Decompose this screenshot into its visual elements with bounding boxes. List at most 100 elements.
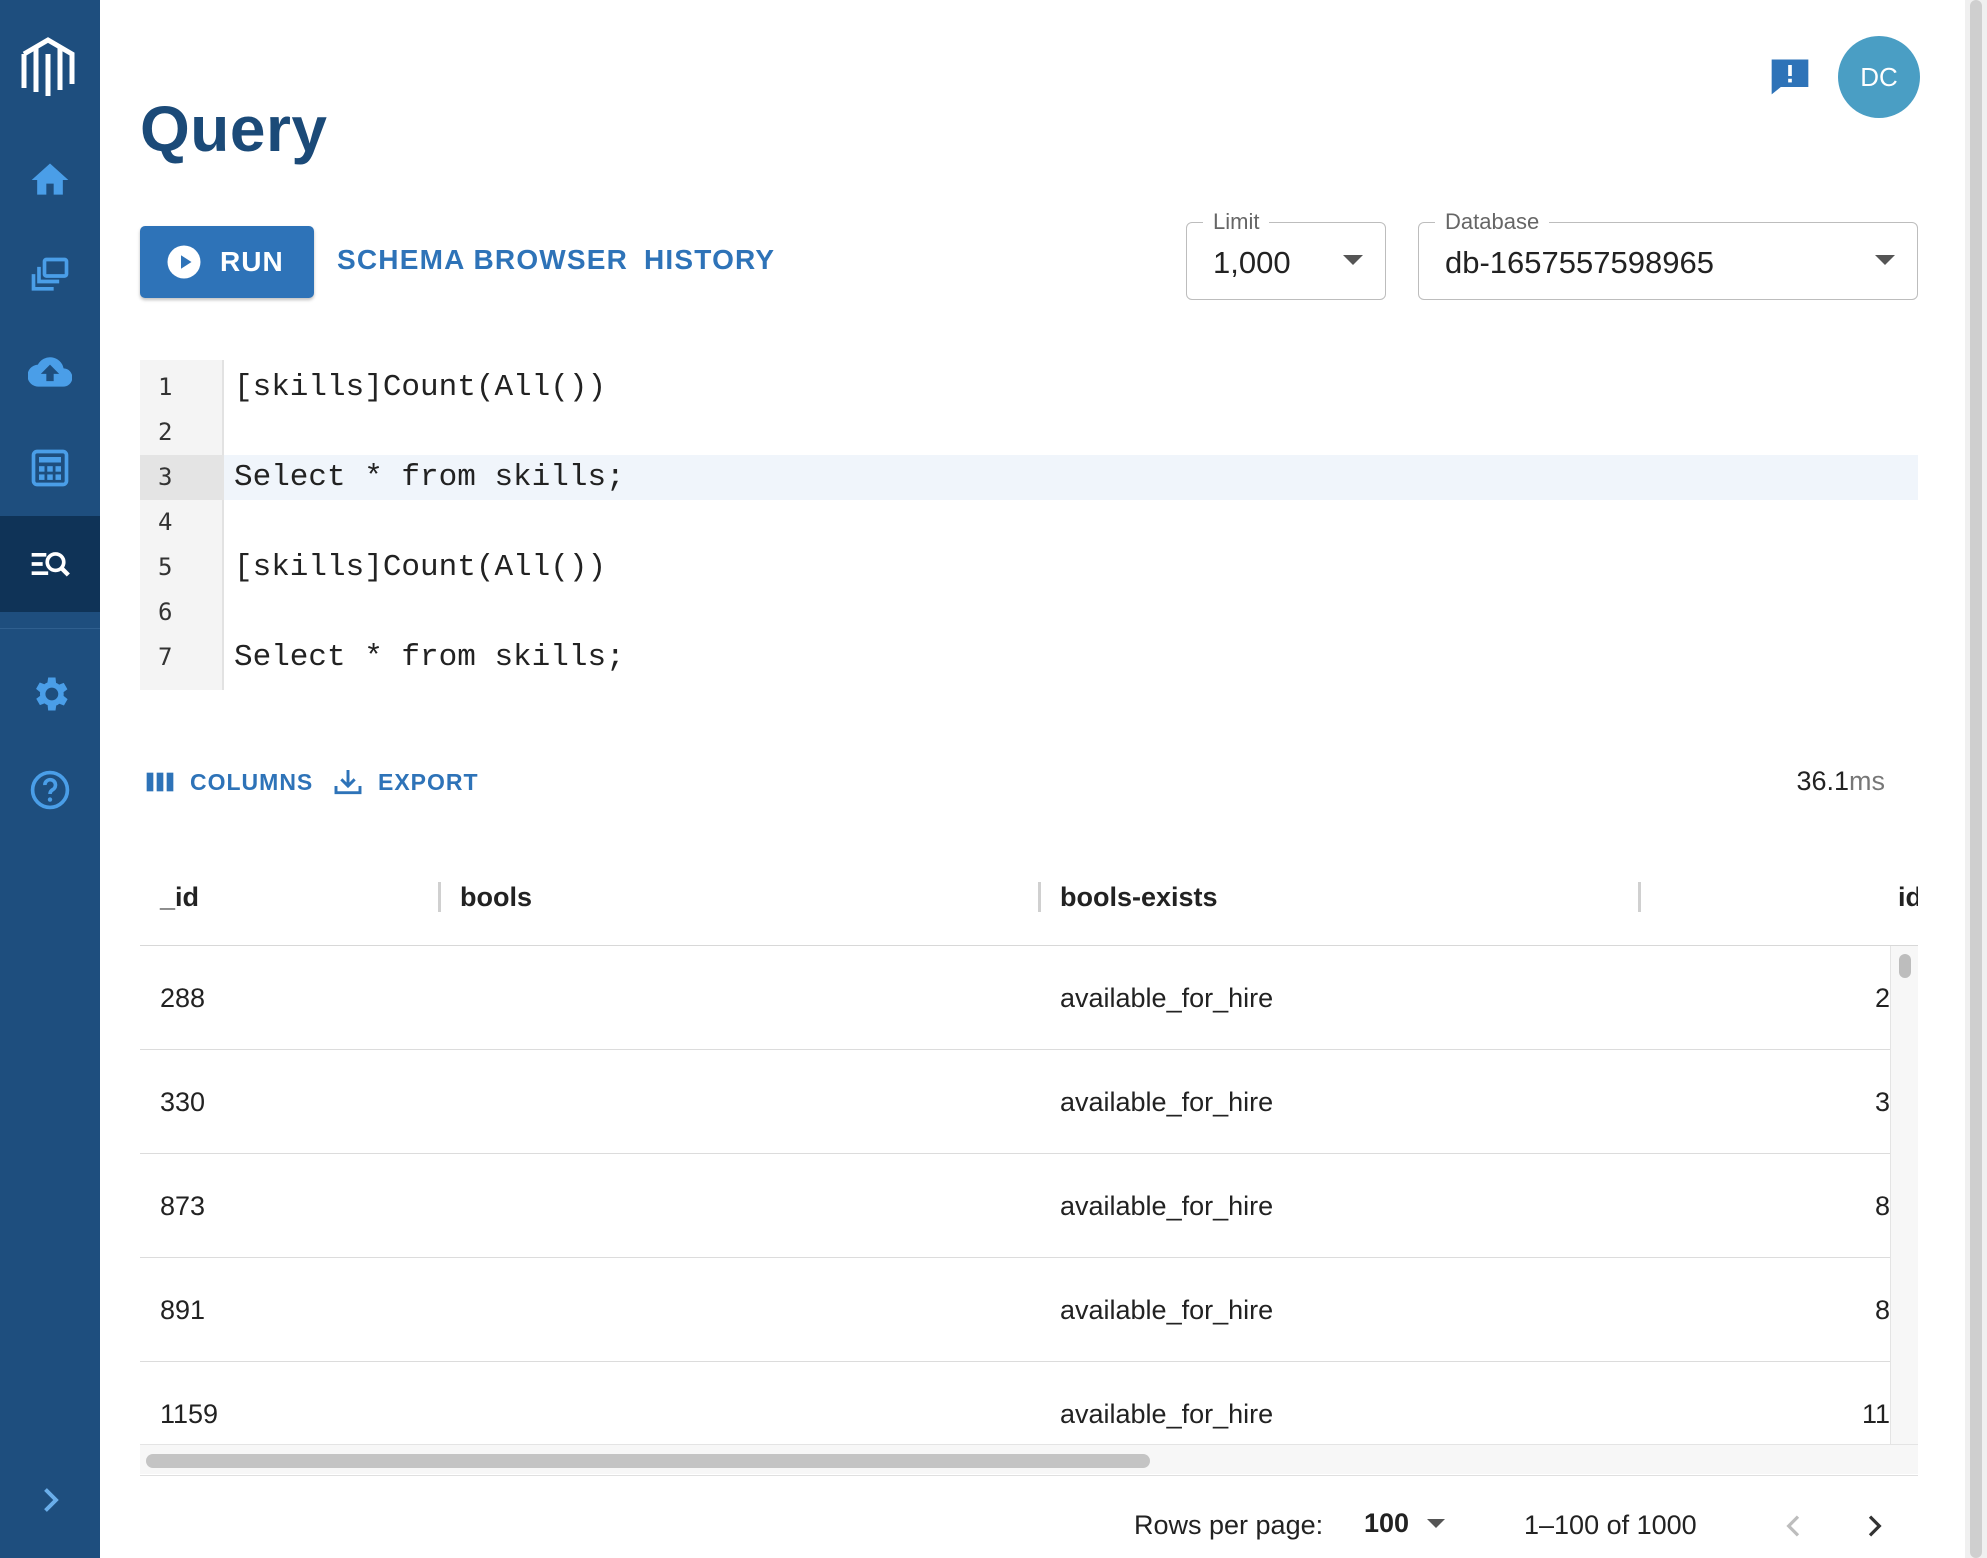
cell-_id: 288: [160, 983, 206, 1013]
query-editor[interactable]: 1 [skills]Count(All()) 2 3 Select * from…: [140, 360, 1918, 690]
cloud-upload-icon: [28, 357, 72, 387]
table-row[interactable]: 873 available_for_hire 8: [140, 1154, 1890, 1258]
limit-value: 1,000: [1213, 245, 1291, 280]
code-text: [skills]Count(All()): [234, 550, 607, 585]
rows-per-page-label: Rows per page:: [1134, 1510, 1324, 1540]
code-text: Select * from skills;: [234, 640, 625, 675]
sidebar-item-query[interactable]: [0, 516, 100, 612]
code-text: Select * from skills;: [234, 460, 625, 495]
line-number: 4: [158, 508, 173, 536]
page-title: Query: [140, 93, 328, 165]
previous-page-icon[interactable]: [1778, 1508, 1810, 1544]
sidebar-item-upload[interactable]: [0, 324, 100, 420]
chevron-right-icon[interactable]: [32, 1482, 68, 1518]
editor-line[interactable]: 4: [140, 500, 1918, 545]
stacked-layers-icon: [31, 257, 69, 291]
horizontal-scroll-thumb[interactable]: [146, 1454, 1150, 1468]
editor-line-active[interactable]: 3 Select * from skills;: [140, 455, 1918, 500]
cell-id: 2: [1874, 983, 1890, 1013]
column-header-bools-exists[interactable]: bools-exists: [1060, 848, 1218, 946]
sidebar-item-help[interactable]: [0, 742, 100, 838]
sidebar-item-home[interactable]: [0, 132, 100, 228]
column-header-_id[interactable]: _id: [160, 848, 199, 946]
table-header: _id bools bools-exists id: [140, 848, 1918, 946]
timing-unit: ms: [1849, 766, 1885, 796]
chevron-down-icon: [1875, 255, 1895, 265]
calculator-icon: [31, 449, 69, 487]
sidebar-item-calculator[interactable]: [0, 420, 100, 516]
rows-per-page-value: 100: [1364, 1508, 1410, 1538]
editor-line[interactable]: 1 [skills]Count(All()): [140, 365, 1918, 410]
schema-browser-button[interactable]: SCHEMA BROWSER: [337, 244, 628, 276]
avatar[interactable]: DC: [1838, 36, 1920, 118]
column-resize-handle[interactable]: [438, 882, 441, 912]
cell-_id: 891: [160, 1295, 206, 1325]
app-logo-icon[interactable]: [20, 32, 76, 98]
code-text: [skills]Count(All()): [234, 370, 607, 405]
cell-id: 3: [1874, 1087, 1890, 1117]
cell-bools-exists: available_for_hire: [1060, 1399, 1274, 1429]
home-icon: [31, 163, 69, 195]
help-icon: [30, 770, 70, 810]
chevron-down-icon: [1427, 1519, 1446, 1528]
table-row[interactable]: 288 available_for_hire 2: [140, 946, 1890, 1050]
page-scrollbar[interactable]: [1965, 0, 1987, 1558]
column-resize-handle[interactable]: [1638, 882, 1641, 912]
table-row[interactable]: 891 available_for_hire 8: [140, 1258, 1890, 1362]
run-button-label: RUN: [220, 246, 284, 277]
cell-bools-exists: available_for_hire: [1060, 1087, 1274, 1117]
database-label: Database: [1435, 209, 1550, 235]
cell-_id: 1159: [160, 1399, 219, 1429]
columns-label: COLUMNS: [190, 768, 314, 795]
page-scrollbar-thumb[interactable]: [1970, 0, 1982, 1558]
vertical-scroll-thumb[interactable]: [1899, 954, 1911, 978]
editor-line[interactable]: 2: [140, 410, 1918, 455]
cell-bools-exists: available_for_hire: [1060, 983, 1274, 1013]
line-number: 6: [158, 598, 173, 626]
editor-line[interactable]: 6: [140, 590, 1918, 635]
table-row[interactable]: 330 available_for_hire 3: [140, 1050, 1890, 1154]
line-number: 2: [158, 418, 173, 446]
sidebar-item-settings[interactable]: [0, 646, 100, 742]
feedback-icon[interactable]: [1768, 54, 1812, 98]
columns-icon: [146, 772, 174, 792]
column-header-bools[interactable]: bools: [460, 848, 532, 946]
cell-_id: 873: [160, 1191, 206, 1221]
cell-bools-exists: available_for_hire: [1060, 1191, 1274, 1221]
sidebar: [0, 0, 100, 1558]
cell-id: 8: [1874, 1295, 1890, 1325]
table-row[interactable]: 1159 available_for_hire 11: [140, 1362, 1890, 1444]
column-header-id[interactable]: id: [1898, 848, 1918, 946]
limit-label: Limit: [1203, 209, 1270, 235]
editor-line[interactable]: 7 Select * from skills;: [140, 635, 1918, 680]
table-horizontal-scrollbar[interactable]: [140, 1444, 1918, 1474]
gear-icon: [36, 677, 68, 711]
cell-id: 11: [1861, 1399, 1890, 1429]
query-search-icon: [31, 552, 70, 577]
chevron-down-icon: [1343, 255, 1363, 265]
sidebar-item-collections[interactable]: [0, 228, 100, 324]
timing-value: 36.1: [1796, 766, 1849, 796]
cell-bools-exists: available_for_hire: [1060, 1295, 1274, 1325]
export-button[interactable]: EXPORT: [332, 766, 479, 798]
database-select[interactable]: Database db-1657557598965: [1418, 209, 1918, 300]
columns-button[interactable]: COLUMNS: [144, 766, 313, 798]
cell-_id: 330: [160, 1087, 206, 1117]
cell-id: 8: [1874, 1191, 1890, 1221]
line-number: 1: [158, 373, 173, 401]
limit-select[interactable]: Limit 1,000: [1186, 209, 1386, 300]
table-body: 288 available_for_hire 2 330 available_f…: [140, 946, 1890, 1444]
line-number: 3: [140, 455, 224, 500]
results-table: _id bools bools-exists id 288 available_…: [140, 848, 1918, 1476]
sidebar-divider: [0, 628, 100, 629]
next-page-icon[interactable]: [1858, 1508, 1890, 1544]
column-resize-handle[interactable]: [1038, 882, 1041, 912]
editor-line[interactable]: 5 [skills]Count(All()): [140, 545, 1918, 590]
query-timing: 36.1ms: [1796, 766, 1885, 797]
rows-per-page-select[interactable]: 100: [1364, 1508, 1446, 1539]
database-value: db-1657557598965: [1445, 245, 1714, 280]
history-button[interactable]: HISTORY: [644, 244, 775, 276]
line-number: 7: [158, 643, 173, 671]
run-button[interactable]: RUN: [140, 226, 314, 298]
table-vertical-scrollbar[interactable]: [1890, 946, 1918, 1444]
